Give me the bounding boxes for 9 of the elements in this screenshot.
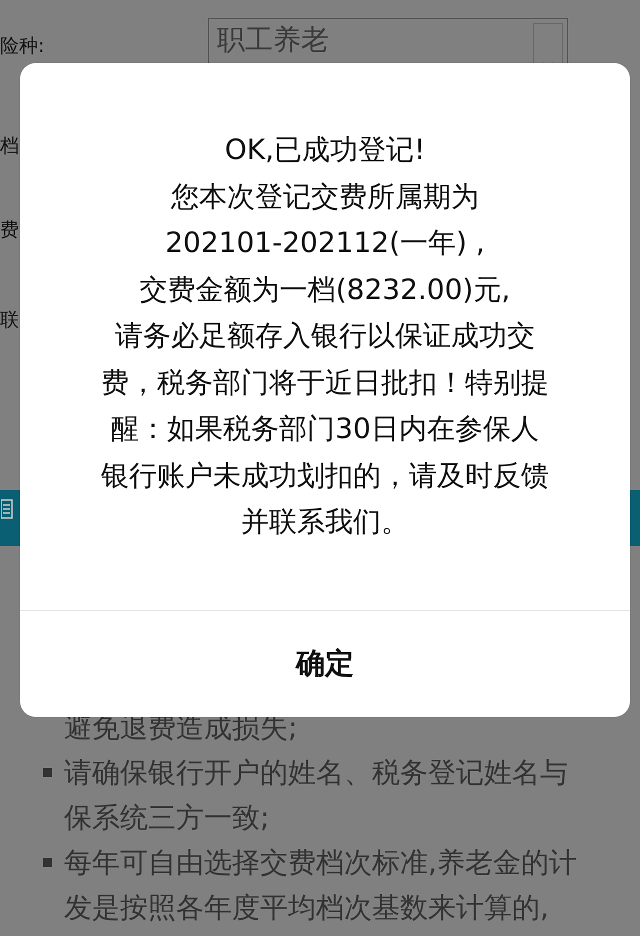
confirm-button[interactable]: 确定 [20,610,630,717]
field-label: 险种: [0,34,44,58]
note-text: 每年可自由选择交费档次标准,养老金的计 发是按照各年度平均档次基数来计算的, [64,845,577,926]
field-label: 档 [0,134,19,158]
note-text: 请确保银行开户的姓名、税务登记姓名与 保系统三方一致; [64,755,568,836]
field-label: 费 [0,218,19,242]
dialog-message: OK,已成功登记! 您本次登记交费所属期为 202101-202112(一年) , 交费金额为一档(8232.00)元, 请务必足额存入银行以保证成功交 费，税务部门将于近日批扣！特别提 醒：如果税务部门30日内在参保人 银行账户未成功划扣的，请及时反馈 并联系我们。 [100,132,550,540]
document-icon [1,498,13,520]
field-label: 联 [0,308,19,332]
